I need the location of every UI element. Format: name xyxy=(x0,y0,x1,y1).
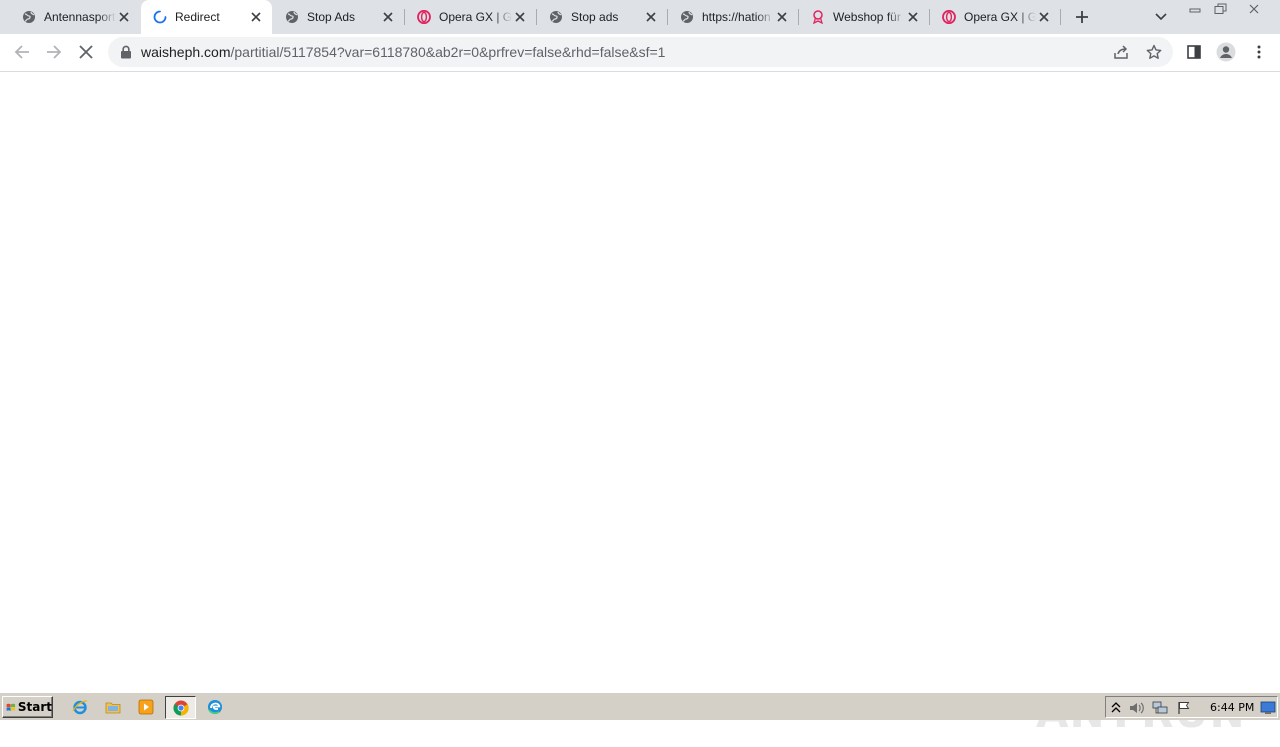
close-tab-icon[interactable] xyxy=(643,9,659,25)
url-host: waisheph.com xyxy=(141,44,231,60)
tab-title: Stop Ads xyxy=(307,10,356,24)
close-window-button[interactable] xyxy=(1236,0,1272,18)
media-player-icon[interactable] xyxy=(136,698,156,716)
tab-title: https://hation xyxy=(702,10,771,24)
globe-icon xyxy=(549,10,563,24)
opera-icon xyxy=(942,10,956,24)
tab-title: Redirect xyxy=(175,10,220,24)
close-icon xyxy=(1249,4,1259,14)
close-tab-icon[interactable] xyxy=(905,9,921,25)
globe-icon xyxy=(22,10,36,24)
chevron-down-icon xyxy=(1155,13,1167,21)
tab-hation[interactable]: https://hation xyxy=(667,0,798,34)
tab-title: Opera GX | Ga xyxy=(439,10,512,24)
close-tab-icon[interactable] xyxy=(774,9,790,25)
close-tab-icon[interactable] xyxy=(380,9,396,25)
tab-webshop[interactable]: Webshop für xyxy=(798,0,929,34)
tab-title: Stop ads xyxy=(571,10,619,24)
opera-icon xyxy=(417,10,431,24)
globe-icon xyxy=(285,10,299,24)
bookmark-star-button[interactable] xyxy=(1144,42,1164,62)
stop-loading-button[interactable] xyxy=(72,38,100,66)
forward-button[interactable] xyxy=(40,38,68,66)
side-panel-button[interactable] xyxy=(1180,38,1208,66)
speaker-icon[interactable] xyxy=(1129,700,1145,716)
restore-button[interactable] xyxy=(1209,0,1233,18)
clock: 6:44 PM xyxy=(1210,701,1255,714)
arrow-right-icon xyxy=(47,45,62,59)
plus-icon xyxy=(1076,11,1088,23)
ribbon-icon xyxy=(811,10,825,24)
share-button[interactable] xyxy=(1111,42,1131,62)
tab-strip: Antennasport Redirect Stop Ads Opera GX … xyxy=(0,0,1280,34)
internet-explorer-icon[interactable] xyxy=(70,698,90,716)
minimize-icon xyxy=(1189,8,1201,13)
close-tab-icon[interactable] xyxy=(1036,9,1052,25)
arrow-left-icon xyxy=(14,45,29,59)
network-icon[interactable] xyxy=(1152,700,1168,716)
star-icon xyxy=(1146,44,1162,59)
lock-icon xyxy=(121,45,131,59)
url-text: waisheph.com/partitial/5117854?var=61187… xyxy=(141,44,665,60)
address-bar[interactable]: waisheph.com/partitial/5117854?var=61187… xyxy=(108,37,1173,67)
tab-stop-ads-2[interactable]: Stop ads xyxy=(536,0,667,34)
tab-title: Opera GX | Ga xyxy=(964,10,1036,24)
avatar-icon xyxy=(1216,42,1236,62)
chrome-taskbar-button[interactable] xyxy=(165,696,196,719)
loading-spinner-icon xyxy=(153,10,167,24)
browser-toolbar: waisheph.com/partitial/5117854?var=61187… xyxy=(0,34,1280,71)
tab-opera-gx[interactable]: Opera GX | Ga xyxy=(404,0,536,34)
chrome-icon xyxy=(172,700,189,715)
tab-stop-ads[interactable]: Stop Ads xyxy=(272,0,404,34)
new-tab-button[interactable] xyxy=(1072,7,1092,27)
share-icon xyxy=(1114,45,1128,59)
windows-taskbar: Start 6:44 PM xyxy=(0,692,1280,720)
tab-title: Webshop für xyxy=(833,10,901,24)
edge-icon[interactable] xyxy=(205,698,225,716)
page-content: ANY RUN xyxy=(0,72,1280,737)
side-panel-icon xyxy=(1187,45,1201,59)
globe-icon xyxy=(680,10,694,24)
profile-button[interactable] xyxy=(1212,38,1240,66)
system-tray: 6:44 PM xyxy=(1105,696,1278,718)
close-tab-icon[interactable] xyxy=(512,9,528,25)
restore-icon xyxy=(1214,3,1227,14)
tab-antennasport[interactable]: Antennasport xyxy=(0,0,140,34)
tab-search-button[interactable] xyxy=(1151,7,1171,27)
menu-button[interactable] xyxy=(1245,38,1273,66)
tab-redirect[interactable]: Redirect xyxy=(141,0,272,34)
kebab-menu-icon xyxy=(1257,45,1261,59)
flag-icon[interactable] xyxy=(1176,700,1192,716)
tab-separator xyxy=(1060,9,1061,25)
stop-icon xyxy=(79,45,93,59)
up-arrow-icon[interactable] xyxy=(1108,700,1124,716)
start-label: Start xyxy=(17,700,52,714)
show-desktop-icon[interactable] xyxy=(1260,700,1276,716)
tab-title: Antennasport xyxy=(44,10,116,24)
url-path: /partitial/5117854?var=6118780&ab2r=0&pr… xyxy=(230,44,666,60)
back-button[interactable] xyxy=(8,38,36,66)
tab-opera-gx-2[interactable]: Opera GX | Ga xyxy=(929,0,1060,34)
minimize-button[interactable] xyxy=(1183,0,1207,18)
close-tab-icon[interactable] xyxy=(248,9,264,25)
folder-icon[interactable] xyxy=(103,698,123,716)
close-tab-icon[interactable] xyxy=(116,9,132,25)
windows-logo-icon xyxy=(6,703,16,711)
start-button[interactable]: Start xyxy=(2,696,53,718)
